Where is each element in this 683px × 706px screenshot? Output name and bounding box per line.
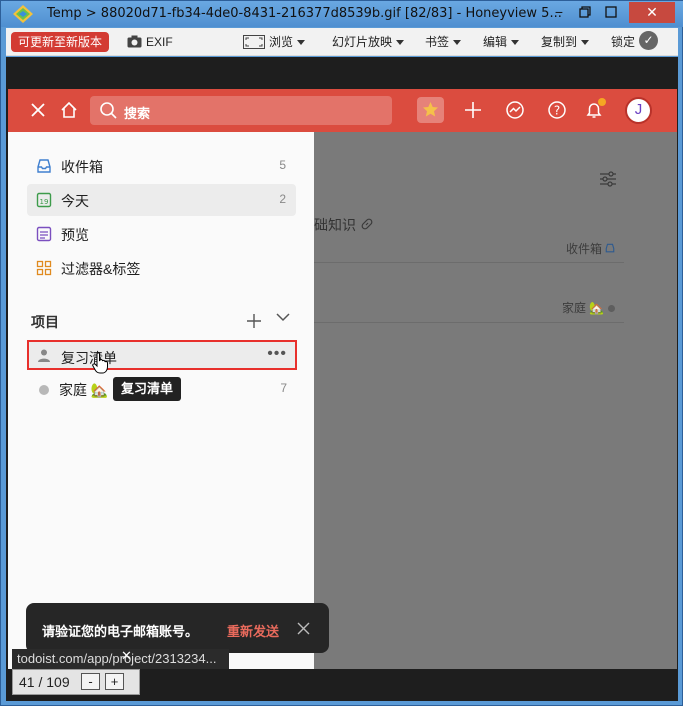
inbox-icon xyxy=(606,243,615,253)
svg-text:?: ? xyxy=(554,104,560,118)
edit-menu[interactable]: 编辑 xyxy=(483,32,520,52)
slideshow-menu[interactable]: 幻灯片放映 xyxy=(332,32,405,52)
project-count: 7 xyxy=(280,381,287,395)
copy-to-label: 复制到 xyxy=(541,35,578,49)
sidebar-item-count: 5 xyxy=(279,158,286,172)
tooltip: 复习清单 xyxy=(113,377,182,401)
task-project-label: 家庭 🏡 xyxy=(562,299,615,316)
page-navigator: 41 / 109 - + xyxy=(12,669,140,695)
add-project-icon[interactable] xyxy=(246,313,262,329)
window-title: Temp > 88020d71-fb34-4de0-8431-216377d85… xyxy=(47,6,562,21)
verify-email-toast: 请验证您的电子邮箱账号。 重新发送 xyxy=(26,603,329,653)
sidebar-item-today[interactable]: 19 今天 2 xyxy=(27,184,296,216)
inbox-icon xyxy=(37,159,51,173)
help-icon[interactable]: ? xyxy=(547,100,567,120)
avatar[interactable]: J xyxy=(625,97,652,124)
fullscreen-icon xyxy=(243,35,265,49)
sidebar-item-count: 2 xyxy=(279,192,286,206)
bookmarks-label: 书签 xyxy=(425,35,450,49)
exif-button[interactable]: EXIF xyxy=(127,32,173,52)
honeyview-window: Temp > 88020d71-fb34-4de0-8431-216377d85… xyxy=(0,0,683,706)
view-settings-icon[interactable] xyxy=(599,171,617,187)
resend-button[interactable]: 重新发送 xyxy=(227,621,279,640)
sidebar-project-review-list[interactable]: 复习清单 ••• xyxy=(27,340,297,370)
sidebar-item-label: 预览 xyxy=(61,227,89,243)
svg-text:19: 19 xyxy=(40,198,49,206)
chevron-down-icon xyxy=(511,40,520,46)
chevron-down-icon[interactable] xyxy=(276,312,290,322)
sidebar-item-filters[interactable]: 过滤器&标签 xyxy=(27,252,296,284)
browse-label: 浏览 xyxy=(269,35,294,49)
projects-header[interactable]: 项目 xyxy=(31,312,59,332)
page-counter: 41 / 109 xyxy=(19,674,70,690)
close-icon[interactable]: ✕ xyxy=(121,648,132,664)
star-icon xyxy=(423,102,438,117)
productivity-icon[interactable] xyxy=(505,100,525,120)
plus-icon[interactable] xyxy=(463,100,483,120)
update-button[interactable]: 可更新至新版本 xyxy=(11,32,110,52)
chevron-down-icon xyxy=(396,40,405,46)
notification-dot xyxy=(598,98,606,106)
chevron-down-icon xyxy=(581,40,590,46)
restore-icon xyxy=(579,6,591,18)
person-icon xyxy=(38,349,50,362)
toast-message: 请验证您的电子邮箱账号。 xyxy=(42,624,199,639)
home-project-label: 家庭 🏡 xyxy=(562,301,605,315)
inbox-label: 收件箱 xyxy=(566,242,603,256)
task-title-fragment[interactable]: 础知识 xyxy=(314,215,374,235)
chevron-down-icon xyxy=(453,40,462,46)
exif-label: EXIF xyxy=(146,35,173,49)
project-color-dot xyxy=(607,305,615,312)
divider xyxy=(314,322,624,323)
search-placeholder: 搜索 xyxy=(124,106,151,121)
calendar-icon xyxy=(36,226,52,242)
main-content-overlay[interactable]: 础知识 收件箱 家庭 🏡 xyxy=(314,132,677,669)
restore-button[interactable] xyxy=(572,2,598,23)
sidebar-item-label: 收件箱 xyxy=(61,159,103,175)
search-icon xyxy=(100,102,117,119)
browse-menu[interactable]: 浏览 xyxy=(243,32,306,52)
task-project-label: 收件箱 xyxy=(566,240,615,257)
lock-check-icon[interactable]: ✓ xyxy=(639,31,658,50)
bookmarks-menu[interactable]: 书签 xyxy=(425,32,462,52)
prev-page-button[interactable]: - xyxy=(81,673,100,690)
filters-icon xyxy=(36,260,52,276)
project-color-dot xyxy=(39,385,49,395)
lock-label[interactable]: 锁定 xyxy=(611,32,635,52)
search-input[interactable]: 搜索 xyxy=(90,96,392,125)
toolbar: 可更新至新版本 EXIF 浏览 幻灯片放映 书签 编辑 复制到 锁定 ✓ xyxy=(6,28,678,56)
project-label: 家庭 🏡 xyxy=(59,382,109,398)
more-options-icon[interactable]: ••• xyxy=(267,345,287,363)
calendar-today-icon: 19 xyxy=(36,192,52,208)
close-icon[interactable] xyxy=(297,622,310,635)
link-icon xyxy=(361,218,373,230)
chevron-down-icon xyxy=(297,40,306,46)
home-icon[interactable] xyxy=(59,100,79,120)
honeyview-logo-icon xyxy=(13,5,33,23)
sidebar-item-upcoming[interactable]: 预览 xyxy=(27,218,296,250)
slideshow-label: 幻灯片放映 xyxy=(332,35,393,49)
close-button[interactable]: ✕ xyxy=(629,2,675,23)
sidebar-item-label: 过滤器&标签 xyxy=(61,261,141,277)
copy-to-menu[interactable]: 复制到 xyxy=(541,32,590,52)
sidebar-item-label: 今天 xyxy=(61,193,89,209)
next-page-button[interactable]: + xyxy=(105,673,124,690)
hand-cursor-icon xyxy=(92,352,108,374)
upgrade-star-button[interactable] xyxy=(417,97,444,123)
sidebar-item-inbox[interactable]: 收件箱 5 xyxy=(27,150,296,182)
maximize-button[interactable] xyxy=(598,2,624,23)
camera-icon xyxy=(127,35,142,48)
maximize-icon xyxy=(605,6,617,18)
minimize-button[interactable]: − xyxy=(546,2,572,23)
close-icon[interactable] xyxy=(28,100,48,120)
edit-label: 编辑 xyxy=(483,35,508,49)
title-bar[interactable]: Temp > 88020d71-fb34-4de0-8431-216377d85… xyxy=(1,1,683,27)
task-title-text: 础知识 xyxy=(314,217,356,233)
divider xyxy=(314,262,624,263)
todoist-header: 搜索 ? J xyxy=(8,89,677,132)
